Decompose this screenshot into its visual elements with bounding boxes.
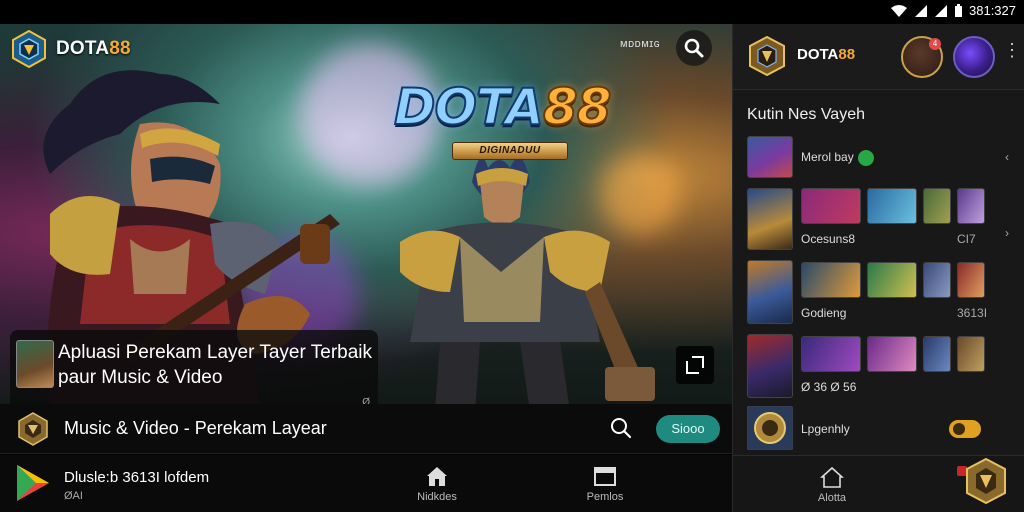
section-title: Kutin Nes Vayeh — [747, 106, 865, 123]
item-gallery-thumb — [867, 336, 917, 372]
item-thumbnail — [747, 188, 793, 250]
pages-icon — [594, 467, 616, 486]
more-options-icon[interactable]: ⋮ — [1003, 41, 1021, 59]
tab-home-label: Nidkdes — [417, 491, 457, 503]
caption-line-2: paur Music & Video — [58, 367, 223, 388]
hero-banner[interactable]: DOTA88 ᴍᴅᴅᴍɪɢ DOTA88 DIGINADUU Apluasi P… — [0, 24, 732, 404]
chevron-right-icon[interactable]: › — [1005, 226, 1009, 240]
item-gallery-thumb — [801, 336, 861, 372]
item-gallery-thumb — [867, 188, 917, 224]
right-panel-brand: DOTA88 — [797, 46, 856, 63]
app-emblem-icon — [18, 412, 48, 446]
info-search-button[interactable] — [610, 417, 632, 444]
hero-avatar[interactable] — [953, 36, 995, 78]
item-gallery-thumb — [957, 262, 985, 298]
item-thumbnail — [747, 334, 793, 398]
battery-icon — [955, 3, 962, 17]
tab-alotta[interactable]: Alotta — [797, 466, 867, 504]
fullscreen-icon — [686, 356, 704, 374]
item-thumbnail — [747, 136, 793, 178]
home-icon — [820, 466, 844, 488]
caption-thumbnail — [16, 340, 54, 388]
toggle-icon[interactable] — [949, 420, 981, 438]
notification-badge: 4 — [929, 38, 941, 50]
bottom-bar-title: Dlusle:b 3613I lofdem — [64, 469, 210, 486]
caption-text: Apluasi Perekam Layer Tayer Terbaik paur… — [58, 340, 372, 390]
chevron-left-icon[interactable]: ‹ — [1005, 150, 1009, 164]
item-label: Lpgenhly — [801, 422, 850, 436]
caption-small-mark: Ø — [362, 397, 370, 404]
signal-icon — [915, 4, 927, 17]
wifi-icon — [891, 4, 907, 17]
play-store-icon[interactable] — [14, 463, 52, 503]
brand-emblem-icon — [12, 30, 46, 68]
item-gallery-thumb — [923, 336, 951, 372]
brand-logo[interactable]: DOTA88 — [10, 30, 131, 68]
bottom-bar: Dlusle:b 3613I lofdem ØAI Nidkdes Pemlos — [0, 455, 732, 512]
video-title: Music & Video - Perekam Layear — [64, 418, 327, 438]
brand-text: DOTA88 — [56, 38, 131, 59]
status-icons: 381:327 — [890, 3, 1016, 18]
item-side-text: 3613I — [957, 306, 988, 320]
search-icon — [611, 418, 632, 439]
status-time: 381:327 — [969, 3, 1016, 18]
list-item[interactable]: Lpgenhly — [733, 406, 1024, 454]
hero-search-button[interactable] — [676, 30, 712, 66]
right-panel-header: DOTA88 4 ⋮ — [733, 24, 1024, 90]
warrior-character — [400, 157, 655, 404]
item-label: Ø 36 Ø 56 — [801, 380, 857, 394]
search-icon — [684, 38, 704, 58]
tab-home[interactable]: Nidkdes — [392, 465, 482, 503]
bottom-bar-subtitle: ØAI — [64, 490, 83, 502]
item-side-text: CI7 — [957, 232, 976, 246]
signal-icon-2 — [935, 4, 947, 17]
right-panel: DOTA88 4 ⋮ Kutin Nes Vayeh Merol bay ‹ O… — [732, 24, 1024, 512]
item-gallery-thumb — [867, 262, 917, 298]
online-dot-icon — [857, 150, 874, 166]
item-label: Godieng — [801, 306, 847, 320]
hero-top-label: ᴍᴅᴅᴍɪɢ — [620, 38, 661, 50]
item-thumbnail — [747, 260, 793, 324]
tab-pages[interactable]: Pemlos — [560, 465, 650, 503]
tab-alotta-label: Alotta — [817, 492, 847, 504]
action-pill-button[interactable]: Siooo — [656, 415, 720, 443]
brand-emblem-icon — [749, 36, 785, 76]
list-item[interactable]: Godieng 3613I — [733, 260, 1024, 326]
list-item[interactable]: Ø 36 Ø 56 — [733, 334, 1024, 400]
video-info-row: Music & Video - Perekam Layear Siooo — [0, 404, 732, 454]
item-emblem-icon — [747, 406, 793, 450]
caption-line-1: Apluasi Perekam Layer Tayer Terbaik — [58, 342, 373, 363]
list-item[interactable]: Ocesuns8 CI7 › — [733, 186, 1024, 252]
item-gallery-thumb — [801, 188, 861, 224]
tab-pages-label: Pemlos — [586, 491, 624, 503]
item-label: Ocesuns8 — [801, 232, 856, 246]
home-icon — [427, 467, 447, 486]
video-caption[interactable]: Apluasi Perekam Layer Tayer Terbaik paur… — [10, 330, 378, 404]
corner-emblem-icon[interactable] — [965, 458, 1007, 504]
item-gallery-thumb — [923, 188, 951, 224]
fullscreen-button[interactable] — [676, 346, 714, 384]
item-gallery-thumb — [801, 262, 861, 298]
item-label: Merol bay — [801, 150, 874, 166]
game-logo-subtitle: DIGINADUU — [452, 142, 568, 160]
item-gallery-thumb — [923, 262, 951, 298]
status-bar: 381:327 — [0, 0, 1024, 24]
list-item[interactable]: Merol bay ‹ — [733, 134, 1024, 184]
game-logo-title: DOTA88 — [393, 77, 613, 137]
item-gallery-thumb — [957, 188, 985, 224]
item-gallery-thumb — [957, 336, 985, 372]
game-logo: DOTA88 DIGINADUU — [390, 62, 630, 162]
